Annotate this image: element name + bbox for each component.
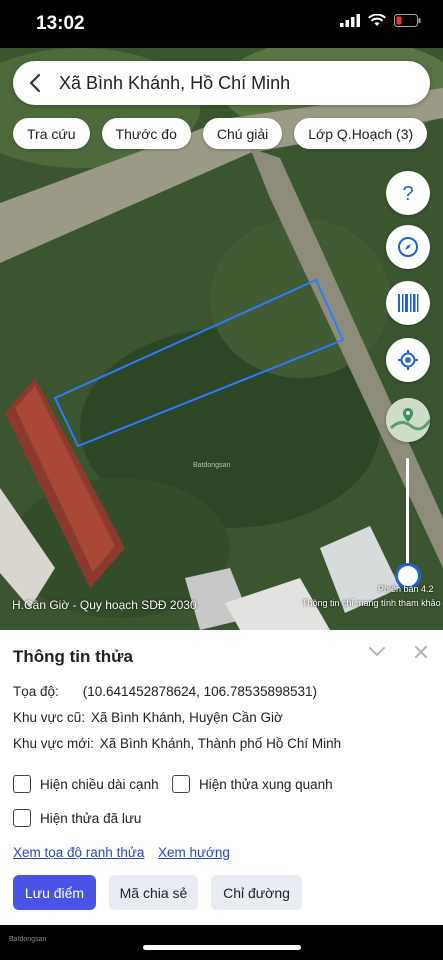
back-arrow-icon[interactable] xyxy=(13,61,57,105)
map-layer-toggle[interactable] xyxy=(386,398,430,442)
status-icons xyxy=(340,14,421,27)
new-area-label: Khu vực mới: xyxy=(13,736,94,751)
old-area-value: Xã Bình Khánh, Huyện Cần Giờ xyxy=(90,710,283,725)
coordinate-value: (10.641452878624, 106.78535898531) xyxy=(82,684,318,699)
wifi-icon xyxy=(368,14,386,26)
save-point-button[interactable]: Lưu điểm xyxy=(13,875,96,910)
checkbox-edge-length[interactable]: Hiện chiều dài cạnh xyxy=(13,775,159,793)
checkbox-saved[interactable]: Hiện thửa đã lưu xyxy=(13,809,141,827)
battery-icon xyxy=(394,14,421,27)
crosshair-icon xyxy=(398,350,418,370)
barcode-button[interactable] xyxy=(386,281,430,325)
checkbox-surrounding[interactable]: Hiện thửa xung quanh xyxy=(172,775,333,793)
chip-thuoc-do[interactable]: Thước đo xyxy=(101,118,191,149)
barcode-icon xyxy=(398,294,419,312)
direction-link[interactable]: Xem hướng xyxy=(158,845,230,860)
compass-icon xyxy=(398,237,418,257)
new-area-value: Xã Bình Khánh, Thành phố Hồ Chí Minh xyxy=(99,736,342,751)
search-bar[interactable]: Xã Bình Khánh, Hồ Chí Minh xyxy=(13,61,430,105)
coordinate-row: Tọa độ: (10.641452878624, 106.78535898531… xyxy=(13,684,317,699)
old-area-row: Khu vực cũ: Xã Bình Khánh, Huyện Cần Giờ xyxy=(13,710,283,725)
map-thumbnail-icon xyxy=(386,398,430,442)
checkbox-box[interactable] xyxy=(13,775,31,793)
map-layer-label: H.Cần Giờ - Quy hoạch SDĐ 2030 xyxy=(12,598,197,612)
checkbox-box[interactable] xyxy=(13,809,31,827)
chip-lop-quy-hoach[interactable]: Lớp Q.Hoạch (3) xyxy=(294,118,428,149)
location-title: Xã Bình Khánh, Hồ Chí Minh xyxy=(59,72,291,93)
filter-chips: Tra cứu Thước đo Chú giải Lớp Q.Hoạch (3… xyxy=(13,118,428,149)
old-area-label: Khu vực cũ: xyxy=(13,710,86,725)
opacity-slider-track[interactable] xyxy=(406,458,409,573)
signal-icon xyxy=(340,14,360,27)
home-indicator[interactable] xyxy=(143,945,301,950)
boundary-coordinates-link[interactable]: Xem tọa độ ranh thửa xyxy=(13,845,144,860)
checkbox-edge-length-label: Hiện chiều dài cạnh xyxy=(40,776,159,792)
footer: Batdongsan xyxy=(0,925,443,960)
chip-tra-cuu[interactable]: Tra cứu xyxy=(13,118,90,149)
coordinate-label: Tọa độ: xyxy=(13,684,59,699)
help-button[interactable]: ? xyxy=(386,171,430,215)
collapse-chevron-icon[interactable] xyxy=(368,644,386,663)
checkbox-saved-label: Hiện thửa đã lưu xyxy=(40,810,142,826)
map-disclaimer: Thông tin chỉ mang tính tham khảo xyxy=(302,598,441,608)
status-time: 13:02 xyxy=(36,13,85,34)
close-icon[interactable] xyxy=(413,644,429,665)
checkbox-surrounding-label: Hiện thửa xung quanh xyxy=(199,776,333,792)
parcel-info-panel: Thông tin thửa Tọa độ: (10.641452878624, … xyxy=(0,630,443,925)
status-bar: 13:02 xyxy=(0,0,443,48)
footer-logo: Batdongsan xyxy=(9,936,47,943)
map-view[interactable]: Xã Bình Khánh, Hồ Chí Minh Tra cứu Thước… xyxy=(0,48,443,630)
compass-button[interactable] xyxy=(386,225,430,269)
new-area-row: Khu vực mới: Xã Bình Khánh, Thành phố Hồ… xyxy=(13,736,341,751)
question-icon: ? xyxy=(402,183,413,204)
my-location-button[interactable] xyxy=(386,338,430,382)
chip-chu-giai[interactable]: Chú giải xyxy=(202,118,283,149)
share-code-button[interactable]: Mã chia sẻ xyxy=(109,875,198,910)
map-watermark: Batdongsan xyxy=(193,462,231,469)
panel-title: Thông tin thửa xyxy=(13,647,133,666)
directions-button[interactable]: Chỉ đường xyxy=(211,875,302,910)
checkbox-box[interactable] xyxy=(172,775,190,793)
map-version: Phiên bản 4.2 xyxy=(378,584,434,594)
svg-text:?: ? xyxy=(402,183,413,204)
